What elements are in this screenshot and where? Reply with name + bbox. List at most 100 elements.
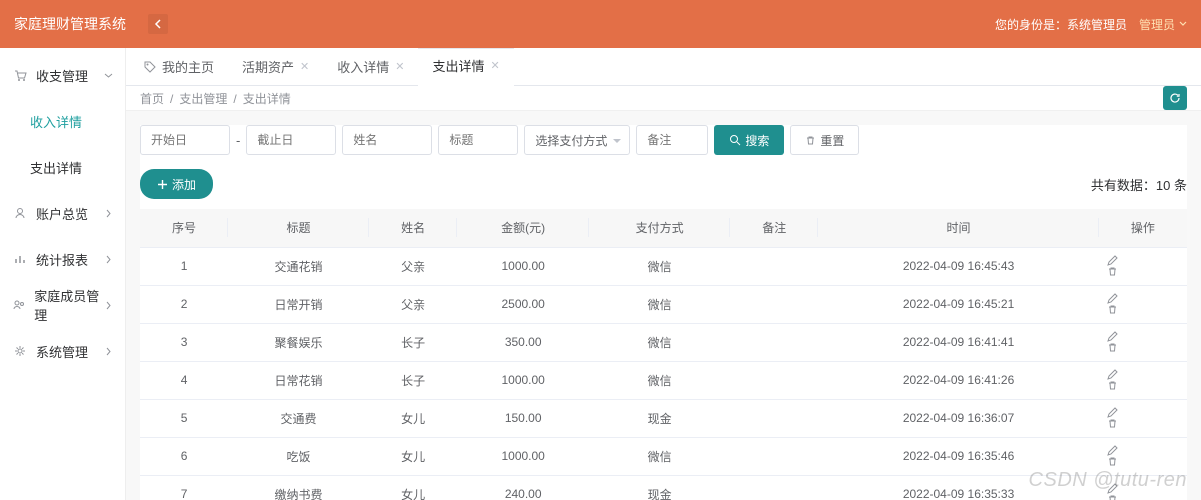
sidebar-item-label: 收入详情 bbox=[30, 112, 82, 131]
delete-icon[interactable] bbox=[1107, 304, 1179, 315]
edit-icon[interactable] bbox=[1107, 483, 1179, 494]
delete-icon[interactable] bbox=[1107, 456, 1179, 467]
crumb-item[interactable]: 支出管理 bbox=[179, 92, 227, 106]
delete-icon[interactable] bbox=[1107, 380, 1179, 391]
cell-amount: 1000.00 bbox=[457, 437, 589, 475]
edit-icon[interactable] bbox=[1107, 369, 1179, 380]
sidebar-item[interactable]: 家庭成员管理 bbox=[0, 282, 125, 328]
sidebar-subitem[interactable]: 支出详情 bbox=[0, 144, 125, 190]
cell-actions bbox=[1099, 437, 1187, 475]
sidebar-item-label: 系统管理 bbox=[36, 342, 88, 361]
search-icon bbox=[729, 134, 741, 146]
cell-pay: 微信 bbox=[589, 247, 730, 285]
tab[interactable]: 活期资产✕ bbox=[228, 48, 323, 86]
edit-icon[interactable] bbox=[1107, 293, 1179, 304]
cell-actions bbox=[1099, 475, 1187, 500]
cell-time: 2022-04-09 16:45:43 bbox=[818, 247, 1099, 285]
cell-time: 2022-04-09 16:35:33 bbox=[818, 475, 1099, 500]
chevron-down-icon bbox=[1179, 21, 1187, 27]
column-header: 备注 bbox=[730, 209, 818, 247]
chevron-down-icon bbox=[104, 71, 113, 80]
cell-pay: 微信 bbox=[589, 361, 730, 399]
data-table: 序号标题姓名金额(元)支付方式备注时间操作 1交通花销父亲1000.00微信20… bbox=[140, 209, 1187, 500]
plus-icon bbox=[157, 179, 168, 190]
delete-icon[interactable] bbox=[1107, 494, 1179, 500]
cell-title: 日常花销 bbox=[228, 361, 369, 399]
user-dropdown[interactable]: 管理员 bbox=[1139, 16, 1187, 33]
sidebar-subitem[interactable]: 收入详情 bbox=[0, 98, 125, 144]
cell-title: 日常开销 bbox=[228, 285, 369, 323]
sidebar-item[interactable]: 系统管理 bbox=[0, 328, 125, 374]
cell-idx: 7 bbox=[140, 475, 228, 500]
remark-input[interactable] bbox=[636, 125, 708, 155]
sidebar-item[interactable]: 收支管理 bbox=[0, 52, 125, 98]
pay-method-select[interactable]: 选择支付方式 bbox=[524, 125, 630, 155]
cell-idx: 2 bbox=[140, 285, 228, 323]
cell-pay: 微信 bbox=[589, 323, 730, 361]
cell-pay: 微信 bbox=[589, 285, 730, 323]
cell-name: 长子 bbox=[369, 361, 457, 399]
add-button[interactable]: 添加 bbox=[140, 169, 213, 199]
column-header: 操作 bbox=[1099, 209, 1187, 247]
cell-name: 女儿 bbox=[369, 475, 457, 500]
cell-remark bbox=[730, 437, 818, 475]
cell-amount: 240.00 bbox=[457, 475, 589, 500]
sidebar-item-label: 统计报表 bbox=[36, 250, 88, 269]
sidebar-item-label: 家庭成员管理 bbox=[34, 286, 104, 324]
edit-icon[interactable] bbox=[1107, 407, 1179, 418]
cell-actions bbox=[1099, 323, 1187, 361]
cell-title: 缴纳书费 bbox=[228, 475, 369, 500]
delete-icon[interactable] bbox=[1107, 342, 1179, 353]
tab[interactable]: 我的主页 bbox=[130, 48, 228, 86]
start-date-input[interactable] bbox=[140, 125, 230, 155]
column-header: 金额(元) bbox=[457, 209, 589, 247]
cell-time: 2022-04-09 16:35:46 bbox=[818, 437, 1099, 475]
refresh-button[interactable] bbox=[1163, 86, 1187, 110]
chart-icon bbox=[12, 252, 28, 266]
close-icon[interactable]: ✕ bbox=[300, 60, 309, 73]
crumb-item[interactable]: 首页 bbox=[140, 92, 164, 106]
delete-icon[interactable] bbox=[1107, 266, 1179, 277]
tab[interactable]: 收入详情 ✕ bbox=[323, 48, 418, 86]
edit-icon[interactable] bbox=[1107, 331, 1179, 342]
app-title: 家庭理财管理系统 bbox=[14, 14, 126, 34]
tab-label: 收入详情 bbox=[337, 57, 389, 76]
sidebar-item-label: 支出详情 bbox=[30, 158, 82, 177]
cell-actions bbox=[1099, 285, 1187, 323]
app-header: 家庭理财管理系统 您的身份是：系统管理员 管理员 bbox=[0, 0, 1201, 48]
cell-idx: 6 bbox=[140, 437, 228, 475]
column-header: 支付方式 bbox=[589, 209, 730, 247]
search-button[interactable]: 搜索 bbox=[714, 125, 784, 155]
tab-label: 支出详情 bbox=[432, 56, 484, 75]
close-icon[interactable]: ✕ bbox=[395, 60, 404, 73]
breadcrumb: 首页/支出管理/支出详情 bbox=[140, 90, 291, 107]
cell-name: 父亲 bbox=[369, 285, 457, 323]
identity-text: 您的身份是：系统管理员 bbox=[995, 16, 1127, 33]
tab[interactable]: 支出详情 ✕ bbox=[418, 48, 513, 86]
edit-icon[interactable] bbox=[1107, 445, 1179, 456]
sidebar-item[interactable]: 账户总览 bbox=[0, 190, 125, 236]
title-input[interactable] bbox=[438, 125, 518, 155]
reset-button[interactable]: 重置 bbox=[790, 125, 859, 155]
cell-amount: 150.00 bbox=[457, 399, 589, 437]
column-header: 时间 bbox=[818, 209, 1099, 247]
sidebar-item-label: 账户总览 bbox=[36, 204, 88, 223]
end-date-input[interactable] bbox=[246, 125, 336, 155]
name-input[interactable] bbox=[342, 125, 432, 155]
delete-icon[interactable] bbox=[1107, 418, 1179, 429]
table-row: 5交通费女儿150.00现金2022-04-09 16:36:07 bbox=[140, 399, 1187, 437]
cell-amount: 2500.00 bbox=[457, 285, 589, 323]
people-icon bbox=[12, 298, 26, 312]
cell-title: 交通花销 bbox=[228, 247, 369, 285]
column-header: 姓名 bbox=[369, 209, 457, 247]
chevron-right-icon bbox=[104, 347, 113, 356]
cell-actions bbox=[1099, 247, 1187, 285]
edit-icon[interactable] bbox=[1107, 255, 1179, 266]
collapse-sidebar-button[interactable] bbox=[148, 14, 168, 34]
cell-idx: 3 bbox=[140, 323, 228, 361]
tag-icon bbox=[144, 61, 156, 73]
table-row: 3聚餐娱乐长子350.00微信2022-04-09 16:41:41 bbox=[140, 323, 1187, 361]
sidebar-item[interactable]: 统计报表 bbox=[0, 236, 125, 282]
cell-title: 吃饭 bbox=[228, 437, 369, 475]
close-icon[interactable]: ✕ bbox=[491, 59, 500, 72]
